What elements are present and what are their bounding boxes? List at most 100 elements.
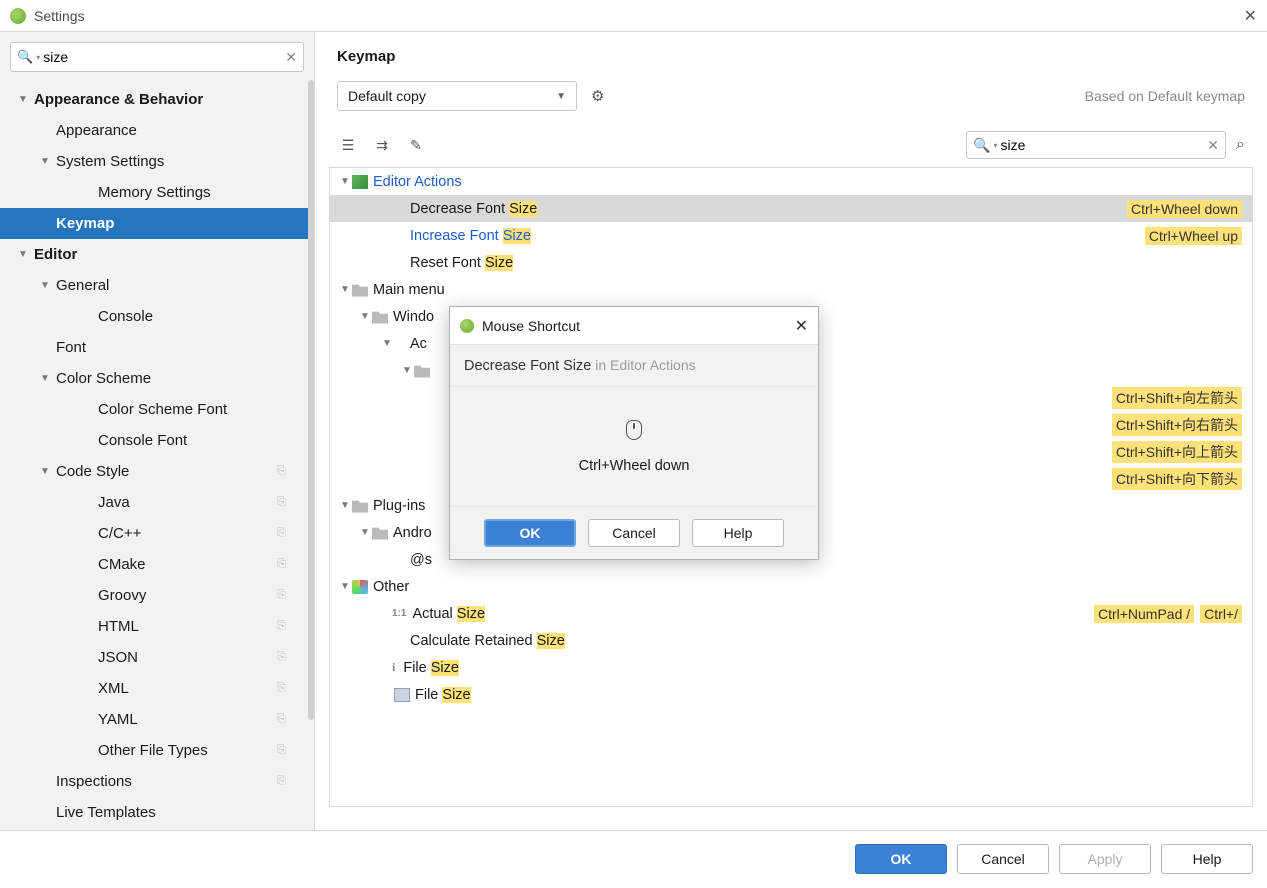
expand-all-icon[interactable]: ☰ — [337, 134, 359, 156]
tree-item[interactable]: ▼Editor — [0, 239, 314, 270]
tree-item[interactable]: Live Templates — [0, 797, 314, 828]
chevron-icon: ▼ — [382, 338, 392, 349]
tree-item[interactable]: Console — [0, 301, 314, 332]
shortcut-list: Ctrl+Shift+向下箭头 — [1112, 468, 1242, 490]
action-row[interactable]: ▼Editor Actions — [330, 168, 1252, 195]
shortcut-badge: Ctrl+Shift+向上箭头 — [1112, 441, 1242, 463]
tree-item[interactable]: Other File Types ⎘ — [0, 735, 314, 766]
shortcut-list: Ctrl+Shift+向左箭头 — [1112, 387, 1242, 409]
gear-icon[interactable]: ⚙ — [591, 87, 604, 105]
action-row[interactable]: ▼Main menu — [330, 276, 1252, 303]
tree-item[interactable]: Console Font — [0, 425, 314, 456]
tree-item[interactable]: Keymap — [0, 208, 314, 239]
action-label: Calculate Retained Size — [410, 633, 565, 649]
folder-icon — [352, 283, 368, 297]
tree-item[interactable]: XML⎘ — [0, 673, 314, 704]
tree-item[interactable]: HTML⎘ — [0, 611, 314, 642]
tree-item[interactable]: Java⎘ — [0, 487, 314, 518]
tree-item-label: Console Font — [98, 432, 187, 449]
tree-item[interactable]: Color Scheme Font — [0, 394, 314, 425]
editor-ic-icon — [352, 175, 368, 189]
shortcut-badge: Ctrl+Wheel up — [1145, 227, 1242, 245]
chevron-icon: ▼ — [40, 156, 50, 167]
tree-item[interactable]: C/C++⎘ — [0, 518, 314, 549]
tree-item[interactable]: CMake⎘ — [0, 549, 314, 580]
tree-item[interactable]: Font — [0, 332, 314, 363]
chevron-icon: ▼ — [402, 365, 412, 376]
apply-button[interactable]: Apply — [1059, 844, 1151, 874]
close-icon[interactable]: ✕ — [795, 316, 808, 336]
close-icon[interactable]: ✕ — [1244, 6, 1257, 26]
action-row[interactable]: Increase Font Size Ctrl+Wheel up — [330, 222, 1252, 249]
ok-button[interactable]: OK — [484, 519, 576, 547]
find-action-icon[interactable]: ⌕ — [1236, 136, 1245, 154]
chevron-down-icon: ▾ — [36, 53, 40, 62]
action-search-input[interactable] — [1000, 137, 1207, 153]
dialog-footer: OK Cancel Help — [450, 507, 818, 559]
action-label: Plug-ins — [373, 498, 425, 514]
sidebar-search[interactable]: 🔍 ▾ ✕ — [10, 42, 304, 72]
chevron-icon: ▼ — [40, 466, 50, 477]
action-label: File Size — [415, 687, 471, 703]
edit-icon[interactable]: ✎ — [405, 134, 427, 156]
shortcut-badge: Ctrl+Shift+向下箭头 — [1112, 468, 1242, 490]
cancel-button[interactable]: Cancel — [957, 844, 1049, 874]
action-label: File Size — [403, 660, 459, 676]
app-icon — [10, 8, 26, 24]
help-button[interactable]: Help — [692, 519, 784, 547]
tree-item[interactable]: ▼System Settings — [0, 146, 314, 177]
copy-icon: ⎘ — [277, 775, 286, 788]
tree-item-label: JSON — [98, 649, 138, 666]
tree-item-label: Inspections — [56, 773, 132, 790]
tree-item[interactable]: ▼Color Scheme — [0, 363, 314, 394]
collapse-all-icon[interactable]: ⇉ — [371, 134, 393, 156]
tree-item[interactable]: ▼General — [0, 270, 314, 301]
tree-item-label: Keymap — [56, 215, 114, 232]
dialog-titlebar: Mouse Shortcut ✕ — [450, 307, 818, 345]
tree-item[interactable]: Memory Settings — [0, 177, 314, 208]
copy-icon: ⎘ — [277, 744, 286, 757]
tree-item[interactable]: Appearance — [0, 115, 314, 146]
tree-item[interactable]: Inspections ⎘ — [0, 766, 314, 797]
action-label: Increase Font Size — [410, 228, 531, 244]
action-row[interactable]: Decrease Font SizeCtrl+Wheel down — [330, 195, 1252, 222]
other-icon — [352, 580, 368, 594]
app-icon — [460, 319, 474, 333]
dialog-body[interactable]: Ctrl+Wheel down — [450, 387, 818, 507]
action-row[interactable]: 1:1Actual SizeCtrl+NumPad /Ctrl+/ — [330, 600, 1252, 627]
copy-icon: ⎘ — [277, 589, 286, 602]
tree-item-label: Java — [98, 494, 130, 511]
shortcut-label: Ctrl+Wheel down — [579, 458, 690, 474]
clear-icon[interactable]: ✕ — [285, 49, 297, 66]
tree-item[interactable]: ▼Appearance & Behavior — [0, 84, 314, 115]
tree-item[interactable]: Groovy⎘ — [0, 580, 314, 611]
shortcut-badge: Ctrl+NumPad / — [1094, 605, 1194, 623]
tree-item-label: Other File Types — [98, 742, 208, 759]
ok-button[interactable]: OK — [855, 844, 947, 874]
chevron-icon: ▼ — [340, 500, 350, 511]
action-row[interactable]: ▼Other — [330, 573, 1252, 600]
dialog-footer: OK Cancel Apply Help — [0, 830, 1267, 886]
copy-icon: ⎘ — [277, 651, 286, 664]
copy-icon: ⎘ — [277, 713, 286, 726]
tree-item[interactable]: JSON ⎘ — [0, 642, 314, 673]
action-search[interactable]: 🔍 ▾ ✕ — [966, 131, 1226, 159]
tree-item-label: XML — [98, 680, 129, 697]
titlebar: Settings ✕ — [0, 0, 1267, 32]
cancel-button[interactable]: Cancel — [588, 519, 680, 547]
folder-icon — [372, 310, 388, 324]
action-row[interactable]: iFile Size — [330, 654, 1252, 681]
settings-tree[interactable]: ▼Appearance & BehaviorAppearance▼System … — [0, 80, 314, 830]
tree-item[interactable]: YAML ⎘ — [0, 704, 314, 735]
tree-item[interactable]: ▼Code Style⎘ — [0, 456, 314, 487]
help-button[interactable]: Help — [1161, 844, 1253, 874]
clear-icon[interactable]: ✕ — [1207, 137, 1219, 154]
action-row[interactable]: Reset Font Size — [330, 249, 1252, 276]
keymap-select[interactable]: Default copy ▼ — [337, 81, 577, 111]
action-row[interactable]: File Size — [330, 681, 1252, 708]
tree-item-label: YAML — [98, 711, 138, 728]
sidebar-search-input[interactable] — [43, 49, 285, 65]
action-row[interactable]: Calculate Retained Size — [330, 627, 1252, 654]
action-label: Reset Font Size — [410, 255, 513, 271]
scrollbar-thumb[interactable] — [308, 80, 314, 720]
